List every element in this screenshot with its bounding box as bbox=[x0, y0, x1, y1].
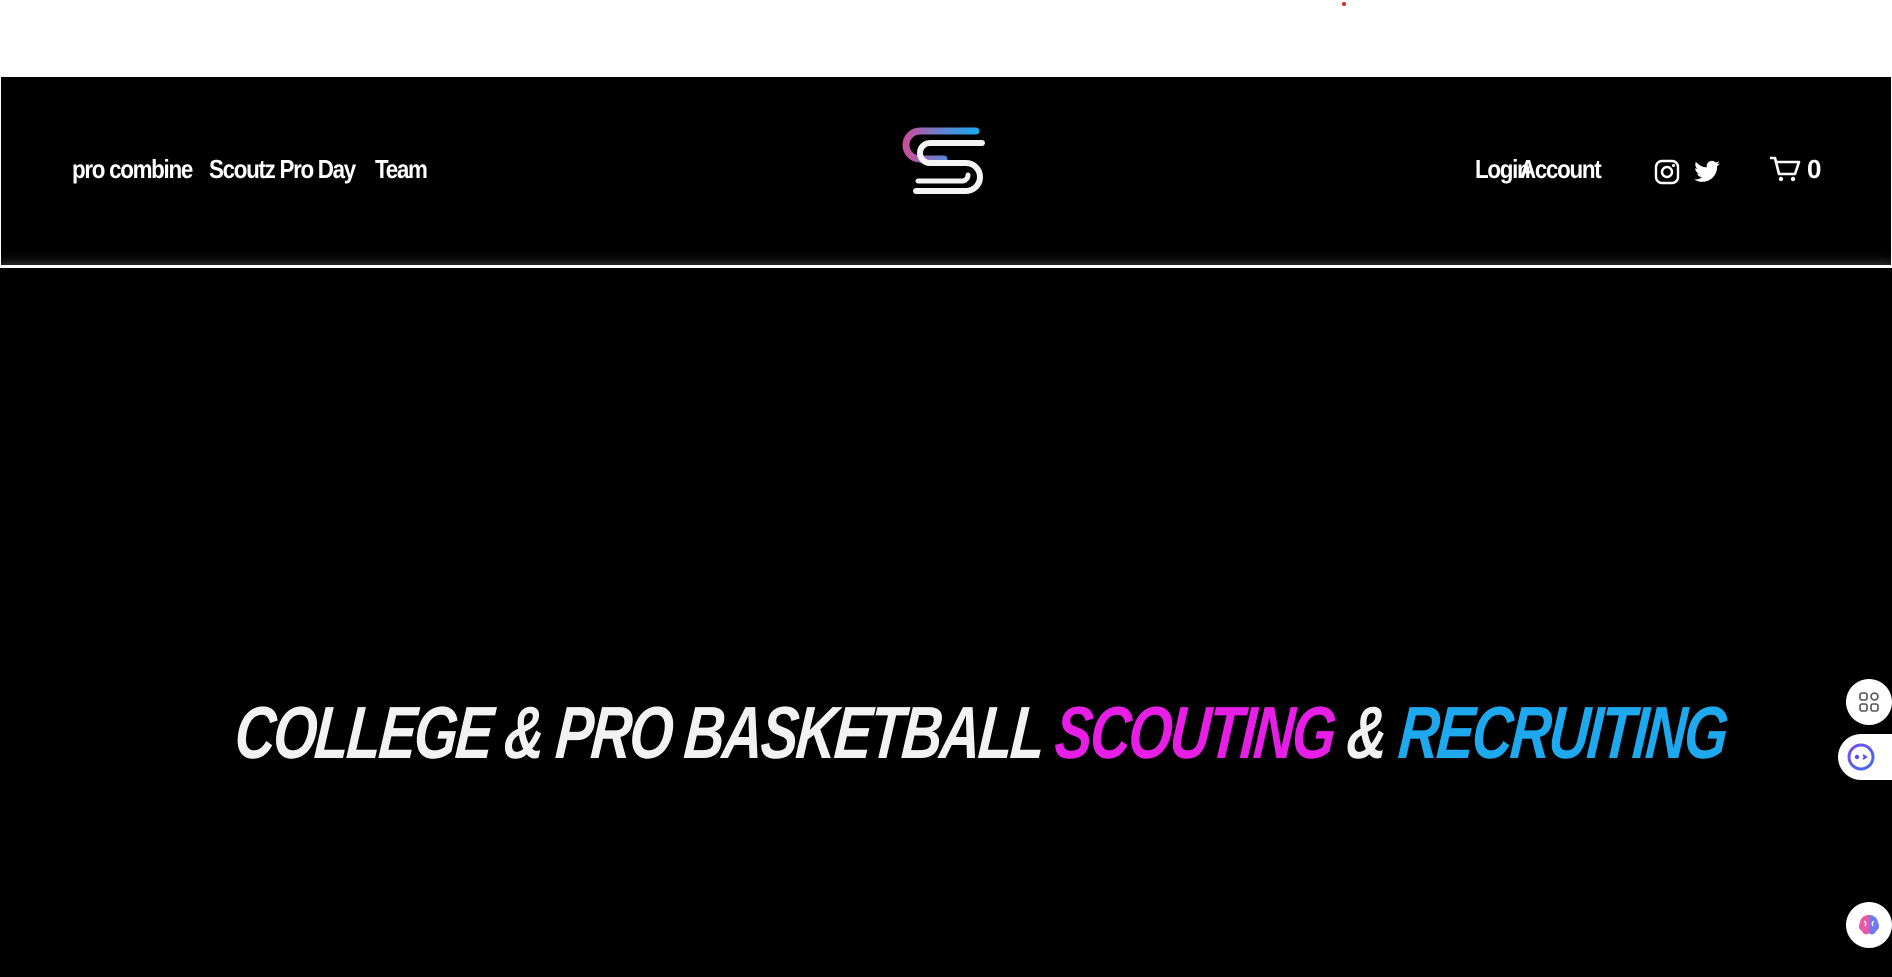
headline-part-1: COLLEGE & PRO BASKETBALL bbox=[232, 691, 1059, 774]
cart-count: 0 bbox=[1807, 154, 1822, 184]
assistant-face-icon bbox=[1847, 743, 1875, 771]
cart-icon bbox=[1770, 156, 1801, 182]
nav-account[interactable]: Account bbox=[1520, 153, 1602, 185]
account-nav: Login Account bbox=[1475, 153, 1602, 185]
primary-nav: pro combine Scoutz Pro Day Team bbox=[72, 153, 428, 185]
headline-scouting: SCOUTING bbox=[1052, 691, 1338, 774]
cart-button[interactable]: 0 bbox=[1769, 153, 1822, 185]
page: pro combine Scoutz Pro Day Team Login Ac… bbox=[0, 0, 1892, 977]
hero-headline: COLLEGE & PRO BASKETBALL SCOUTING & RECR… bbox=[0, 688, 1892, 778]
headline-recruiting: RECRUITING bbox=[1395, 691, 1730, 774]
apps-grid-icon bbox=[1859, 692, 1879, 712]
assistant-button[interactable] bbox=[1838, 734, 1892, 780]
nav-scoutz-pro-day[interactable]: Scoutz Pro Day bbox=[209, 153, 356, 185]
twitter-icon[interactable] bbox=[1693, 158, 1721, 186]
nav-pro-combine[interactable]: pro combine bbox=[72, 153, 193, 185]
instagram-icon[interactable] bbox=[1653, 158, 1681, 186]
apps-grid-button[interactable] bbox=[1846, 679, 1892, 725]
hero-section bbox=[0, 273, 1892, 977]
red-dot-indicator bbox=[1342, 2, 1346, 6]
nav-team[interactable]: Team bbox=[375, 153, 428, 185]
brain-button[interactable] bbox=[1846, 902, 1892, 948]
headline-part-3: & bbox=[1330, 691, 1403, 774]
brain-icon bbox=[1858, 915, 1880, 935]
scoutz-logo[interactable] bbox=[896, 125, 996, 205]
